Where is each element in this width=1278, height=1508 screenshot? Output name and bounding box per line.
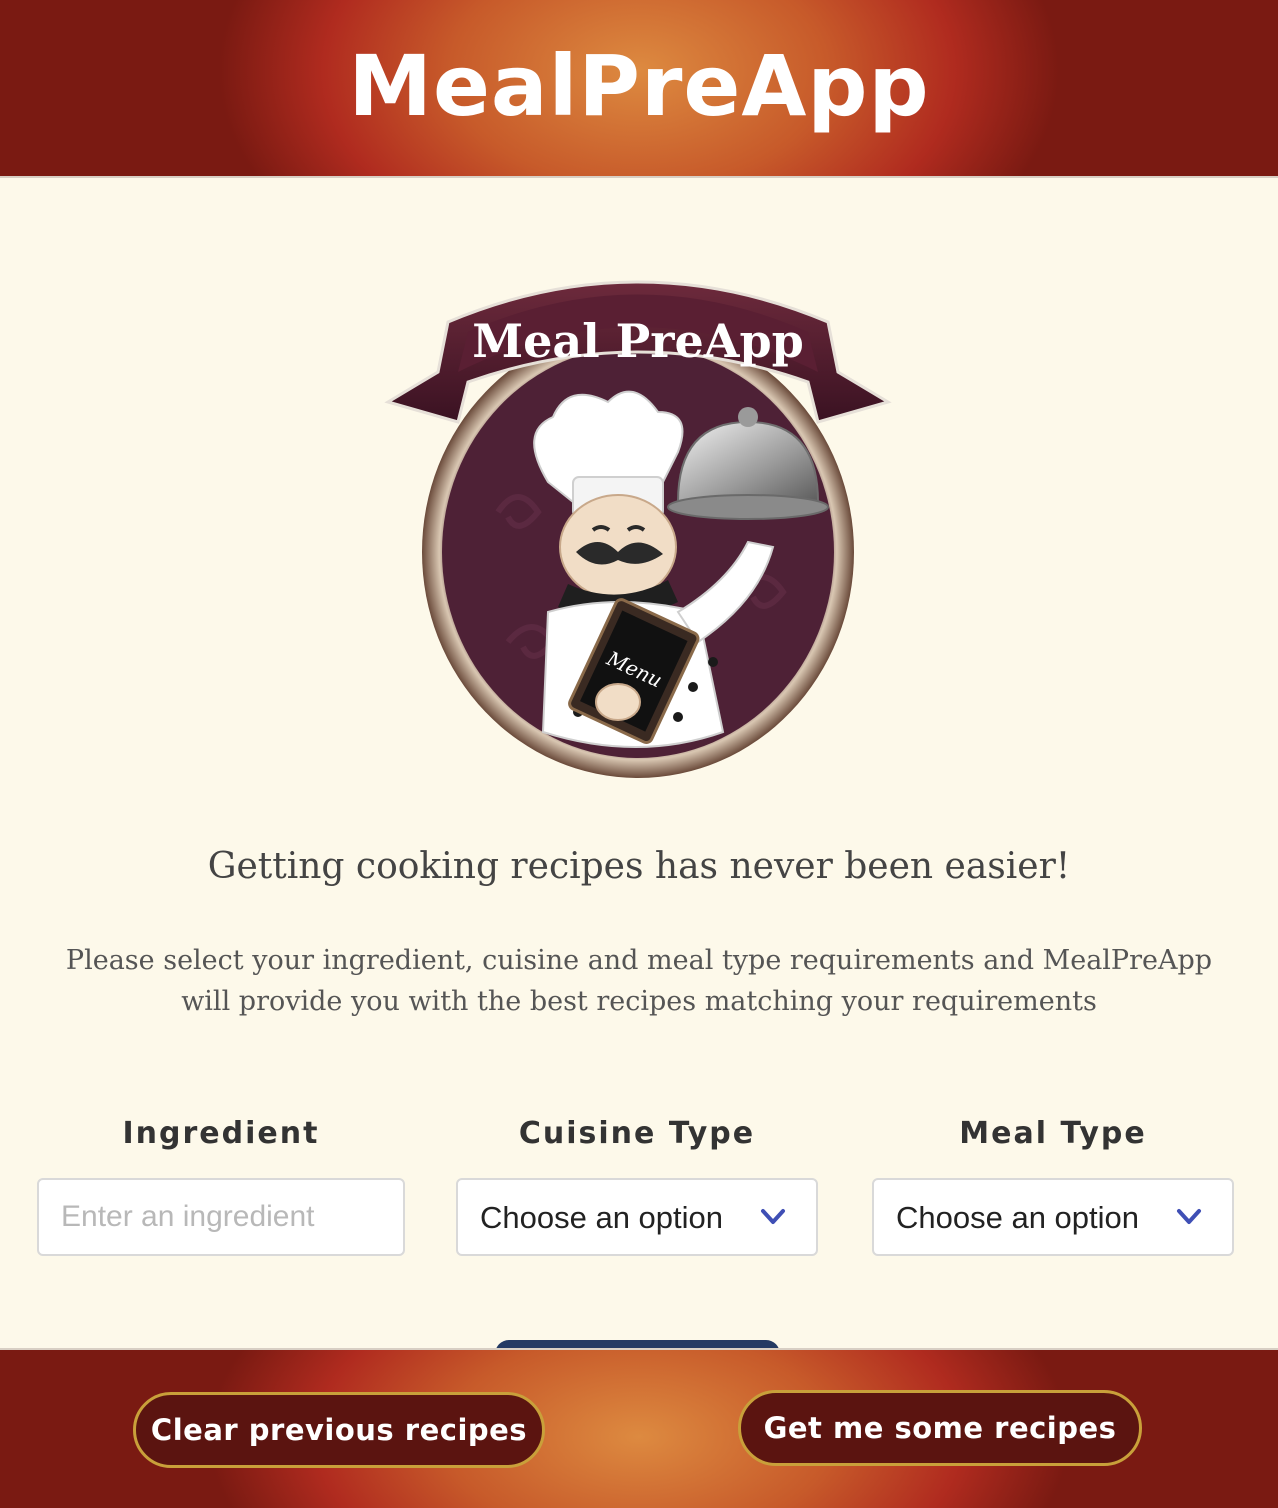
app-footer: Clear previous recipes Get me some recip… [0, 1348, 1278, 1508]
ingredient-input[interactable] [39, 1180, 403, 1254]
cuisine-select[interactable]: Choose an option [456, 1178, 818, 1256]
meal-selected-value: Choose an option [896, 1200, 1140, 1235]
app-header: MealPreApp [0, 0, 1278, 178]
ingredient-field[interactable] [37, 1178, 405, 1256]
get-recipes-button[interactable]: Get me some recipes [738, 1390, 1142, 1466]
chevron-down-icon [1177, 1209, 1201, 1224]
clear-recipes-button[interactable]: Clear previous recipes [133, 1392, 545, 1468]
logo-banner-text: Meal PreApp [472, 314, 804, 368]
intro-description: Please select your ingredient, cuisine a… [65, 945, 1213, 1017]
chef-logo: Meal PreApp Menu [384, 280, 892, 778]
intro-headline: Getting cooking recipes has never been e… [207, 846, 1071, 887]
ingredient-label: Ingredient [122, 1116, 320, 1151]
meal-label: Meal Type [959, 1116, 1147, 1151]
chevron-down-icon [761, 1209, 785, 1224]
cuisine-label: Cuisine Type [518, 1116, 756, 1151]
app-title: MealPreApp [348, 37, 930, 135]
cuisine-selected-value: Choose an option [480, 1200, 724, 1235]
meal-select[interactable]: Choose an option [872, 1178, 1234, 1256]
